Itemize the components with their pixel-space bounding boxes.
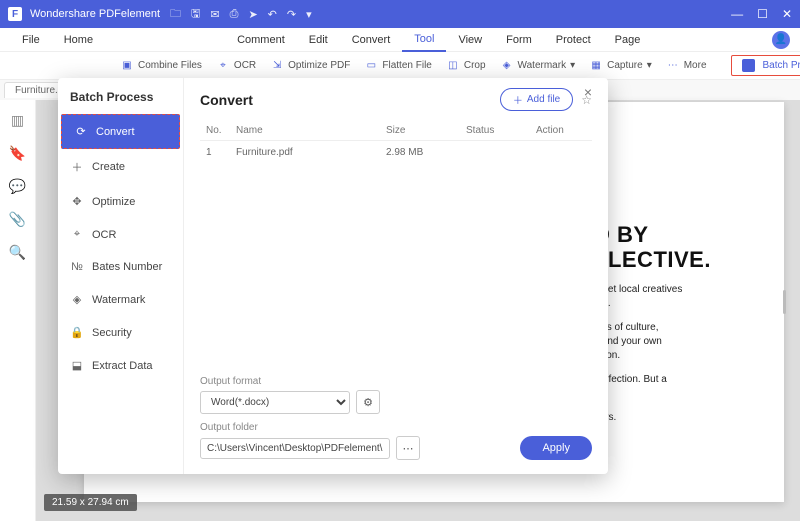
plus-icon: ＋: [513, 92, 523, 107]
undo-icon[interactable]: ↶: [268, 8, 277, 21]
menu-comment[interactable]: Comment: [225, 34, 297, 46]
batch-item-security[interactable]: 🔒Security: [58, 316, 183, 349]
browse-folder-button[interactable]: ⋯: [396, 436, 420, 460]
chevron-down-icon: ▾: [570, 60, 575, 71]
gear-icon: ⚙: [363, 396, 373, 409]
tool-ocr[interactable]: ⌖OCR: [216, 59, 256, 73]
output-format-label: Output format: [200, 376, 592, 387]
col-no: No.: [200, 121, 230, 141]
page-text: D BYLLECTIVE. meet local creativesers. t…: [594, 222, 764, 425]
output-format-settings-button[interactable]: ⚙: [356, 390, 380, 414]
convert-icon: ⟳: [74, 125, 88, 138]
menu-edit[interactable]: Edit: [297, 34, 340, 46]
batch-item-bates[interactable]: №Bates Number: [58, 251, 183, 283]
scrollbar-thumb[interactable]: [783, 290, 786, 314]
ellipsis-icon: ⋯: [403, 442, 414, 455]
comments-icon[interactable]: 💬: [9, 178, 26, 195]
menu-home[interactable]: Home: [52, 34, 105, 46]
batch-main: × Convert ＋Add file ☆ No. Name Size Stat…: [184, 78, 608, 474]
minimize-icon[interactable]: —: [731, 7, 743, 21]
batch-header: Batch Process: [58, 78, 183, 114]
title-bar: F Wondershare PDFelement 🗀 🖫 ✉ ⎙ ➤ ↶ ↷ ▾…: [0, 0, 800, 28]
menu-tool[interactable]: Tool: [402, 28, 446, 52]
tool-more[interactable]: ⋯More: [666, 59, 707, 73]
crop-icon: ◫: [446, 59, 460, 73]
add-file-button[interactable]: ＋Add file: [500, 88, 573, 111]
thumbnails-icon[interactable]: ▥: [11, 112, 24, 129]
tool-ribbon: ▣Combine Files ⌖OCR ⇲Optimize PDF ▭Flatt…: [0, 52, 800, 80]
optimize-icon: ⇲: [270, 59, 284, 73]
user-avatar-icon[interactable]: 👤: [772, 31, 790, 49]
tool-crop[interactable]: ◫Crop: [446, 59, 486, 73]
menu-protect[interactable]: Protect: [544, 34, 603, 46]
tool-watermark[interactable]: ◈Watermark▾: [500, 59, 576, 73]
ocr-icon: ⌖: [70, 228, 84, 241]
left-sidebar: ▥ 🔖 💬 📎 🔍: [0, 100, 36, 521]
dropdown-icon[interactable]: ▾: [306, 8, 312, 21]
menu-view[interactable]: View: [446, 34, 494, 46]
optimize-icon: ✥: [70, 195, 84, 208]
col-name: Name: [230, 121, 380, 141]
watermark-icon: ◈: [70, 293, 84, 306]
redo-icon[interactable]: ↷: [287, 8, 296, 21]
col-size: Size: [380, 121, 460, 141]
menu-page[interactable]: Page: [603, 34, 653, 46]
panel-close-icon[interactable]: ×: [578, 78, 598, 106]
print-icon[interactable]: ⎙: [230, 8, 239, 21]
col-action: Action: [530, 121, 592, 141]
create-icon: ＋: [70, 159, 84, 175]
file-table: No. Name Size Status Action 1 Furniture.…: [200, 121, 592, 164]
apply-button[interactable]: Apply: [520, 436, 592, 460]
tool-capture[interactable]: ▦Capture▾: [589, 59, 652, 73]
app-logo-icon: F: [8, 7, 22, 21]
ocr-icon: ⌖: [216, 59, 230, 73]
output-format-select[interactable]: Word(*.docx): [200, 391, 350, 414]
search-icon[interactable]: 🔍: [9, 244, 26, 261]
bookmark-icon[interactable]: 🔖: [9, 145, 26, 162]
flatten-icon: ▭: [364, 59, 378, 73]
save-icon[interactable]: 🖫: [191, 5, 200, 24]
batch-item-optimize[interactable]: ✥Optimize: [58, 185, 183, 218]
close-icon[interactable]: ✕: [782, 7, 792, 21]
batch-item-create[interactable]: ＋Create: [58, 149, 183, 185]
quick-access-toolbar: 🗀 🖫 ✉ ⎙ ➤ ↶ ↷ ▾: [170, 5, 312, 24]
table-row[interactable]: 1 Furniture.pdf 2.98 MB: [200, 141, 592, 165]
app-title: Wondershare PDFelement: [30, 8, 160, 20]
lock-icon: 🔒: [70, 326, 84, 339]
capture-icon: ▦: [589, 59, 603, 73]
window-controls: — ☐ ✕: [731, 7, 792, 21]
bates-icon: №: [70, 261, 84, 273]
col-status: Status: [460, 121, 530, 141]
tool-batch-process[interactable]: Batch Process: [731, 55, 800, 76]
menu-bar: File Home Comment Edit Convert Tool View…: [0, 28, 800, 52]
mail-icon[interactable]: ✉: [210, 8, 219, 21]
batch-process-panel: Batch Process ⟳Convert ＋Create ✥Optimize…: [58, 78, 608, 474]
batch-item-watermark[interactable]: ◈Watermark: [58, 283, 183, 316]
more-icon: ⋯: [666, 59, 680, 73]
menu-file[interactable]: File: [10, 34, 52, 46]
batch-main-title: Convert: [200, 92, 253, 108]
chevron-down-icon: ▾: [647, 60, 652, 71]
tool-flatten[interactable]: ▭Flatten File: [364, 59, 431, 73]
batch-item-convert[interactable]: ⟳Convert: [61, 114, 180, 149]
combine-icon: ▣: [120, 59, 134, 73]
batch-sidebar: Batch Process ⟳Convert ＋Create ✥Optimize…: [58, 78, 184, 474]
tool-combine-files[interactable]: ▣Combine Files: [120, 59, 202, 73]
watermark-icon: ◈: [500, 59, 514, 73]
tool-optimize[interactable]: ⇲Optimize PDF: [270, 59, 350, 73]
output-folder-input[interactable]: [200, 438, 390, 459]
batch-item-extract[interactable]: ⬓Extract Data: [58, 349, 183, 382]
extract-icon: ⬓: [70, 359, 84, 372]
menu-form[interactable]: Form: [494, 34, 544, 46]
batch-item-ocr[interactable]: ⌖OCR: [58, 218, 183, 251]
output-folder-label: Output folder: [200, 422, 592, 433]
open-icon[interactable]: 🗀: [170, 5, 181, 24]
attachments-icon[interactable]: 📎: [9, 211, 26, 228]
maximize-icon[interactable]: ☐: [757, 7, 768, 21]
batch-icon: [742, 59, 755, 72]
page-dimensions: 21.59 x 27.94 cm: [44, 494, 137, 511]
share-icon[interactable]: ➤: [248, 8, 257, 21]
menu-convert[interactable]: Convert: [340, 34, 403, 46]
